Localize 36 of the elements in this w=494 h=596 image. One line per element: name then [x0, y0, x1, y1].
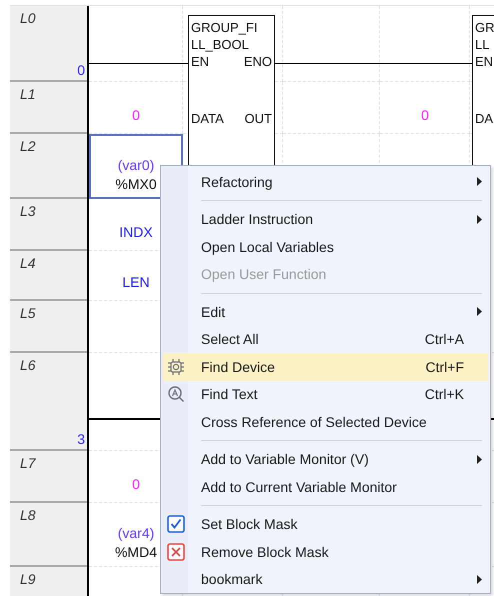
menu-item[interactable]: Find Text Ctrl+K	[163, 380, 488, 408]
variable-address: %MX0	[115, 175, 157, 194]
line-number: L0	[20, 10, 36, 26]
variable-comment: (var0)	[118, 156, 154, 175]
pin-label: DA	[475, 110, 494, 127]
block-title: GROUP_FI	[191, 19, 258, 36]
menu-item[interactable]: Edit	[163, 298, 488, 326]
line-number: L8	[20, 507, 36, 523]
pin-label: EN	[191, 53, 210, 70]
menu-item[interactable]: bookmark	[163, 566, 488, 593]
line-number: L9	[20, 571, 36, 587]
pin-label: EN	[475, 53, 494, 70]
menu-item[interactable]: Find Device Ctrl+F	[163, 353, 488, 380]
variable-comment: (var4)	[118, 524, 154, 543]
block-title: GR	[475, 19, 494, 36]
pin-label: ENO	[244, 53, 272, 70]
line-number: L3	[20, 203, 36, 219]
line-number: L4	[20, 255, 36, 271]
chip-icon	[167, 358, 185, 376]
pin-label: DATA	[191, 110, 224, 127]
pin-label: OUT	[244, 110, 272, 127]
variable-address: %MD4	[114, 543, 157, 562]
block-title: LL_BOOL	[191, 36, 250, 53]
block-title: LL	[475, 36, 490, 53]
line-number: L5	[20, 305, 36, 321]
checkbox-icon	[167, 515, 185, 534]
menu-item[interactable]: Cross Reference of Selected Device	[163, 408, 488, 436]
line-number: L6	[20, 357, 36, 373]
line-number: L1	[20, 86, 36, 102]
step-number: 3	[77, 431, 85, 447]
menu-item[interactable]: Select All Ctrl+A	[163, 326, 488, 353]
search-icon	[167, 385, 185, 404]
line-number: L7	[20, 455, 36, 471]
cross-box-icon	[167, 542, 185, 561]
step-number: 0	[77, 62, 85, 78]
line-number: L2	[20, 138, 36, 154]
